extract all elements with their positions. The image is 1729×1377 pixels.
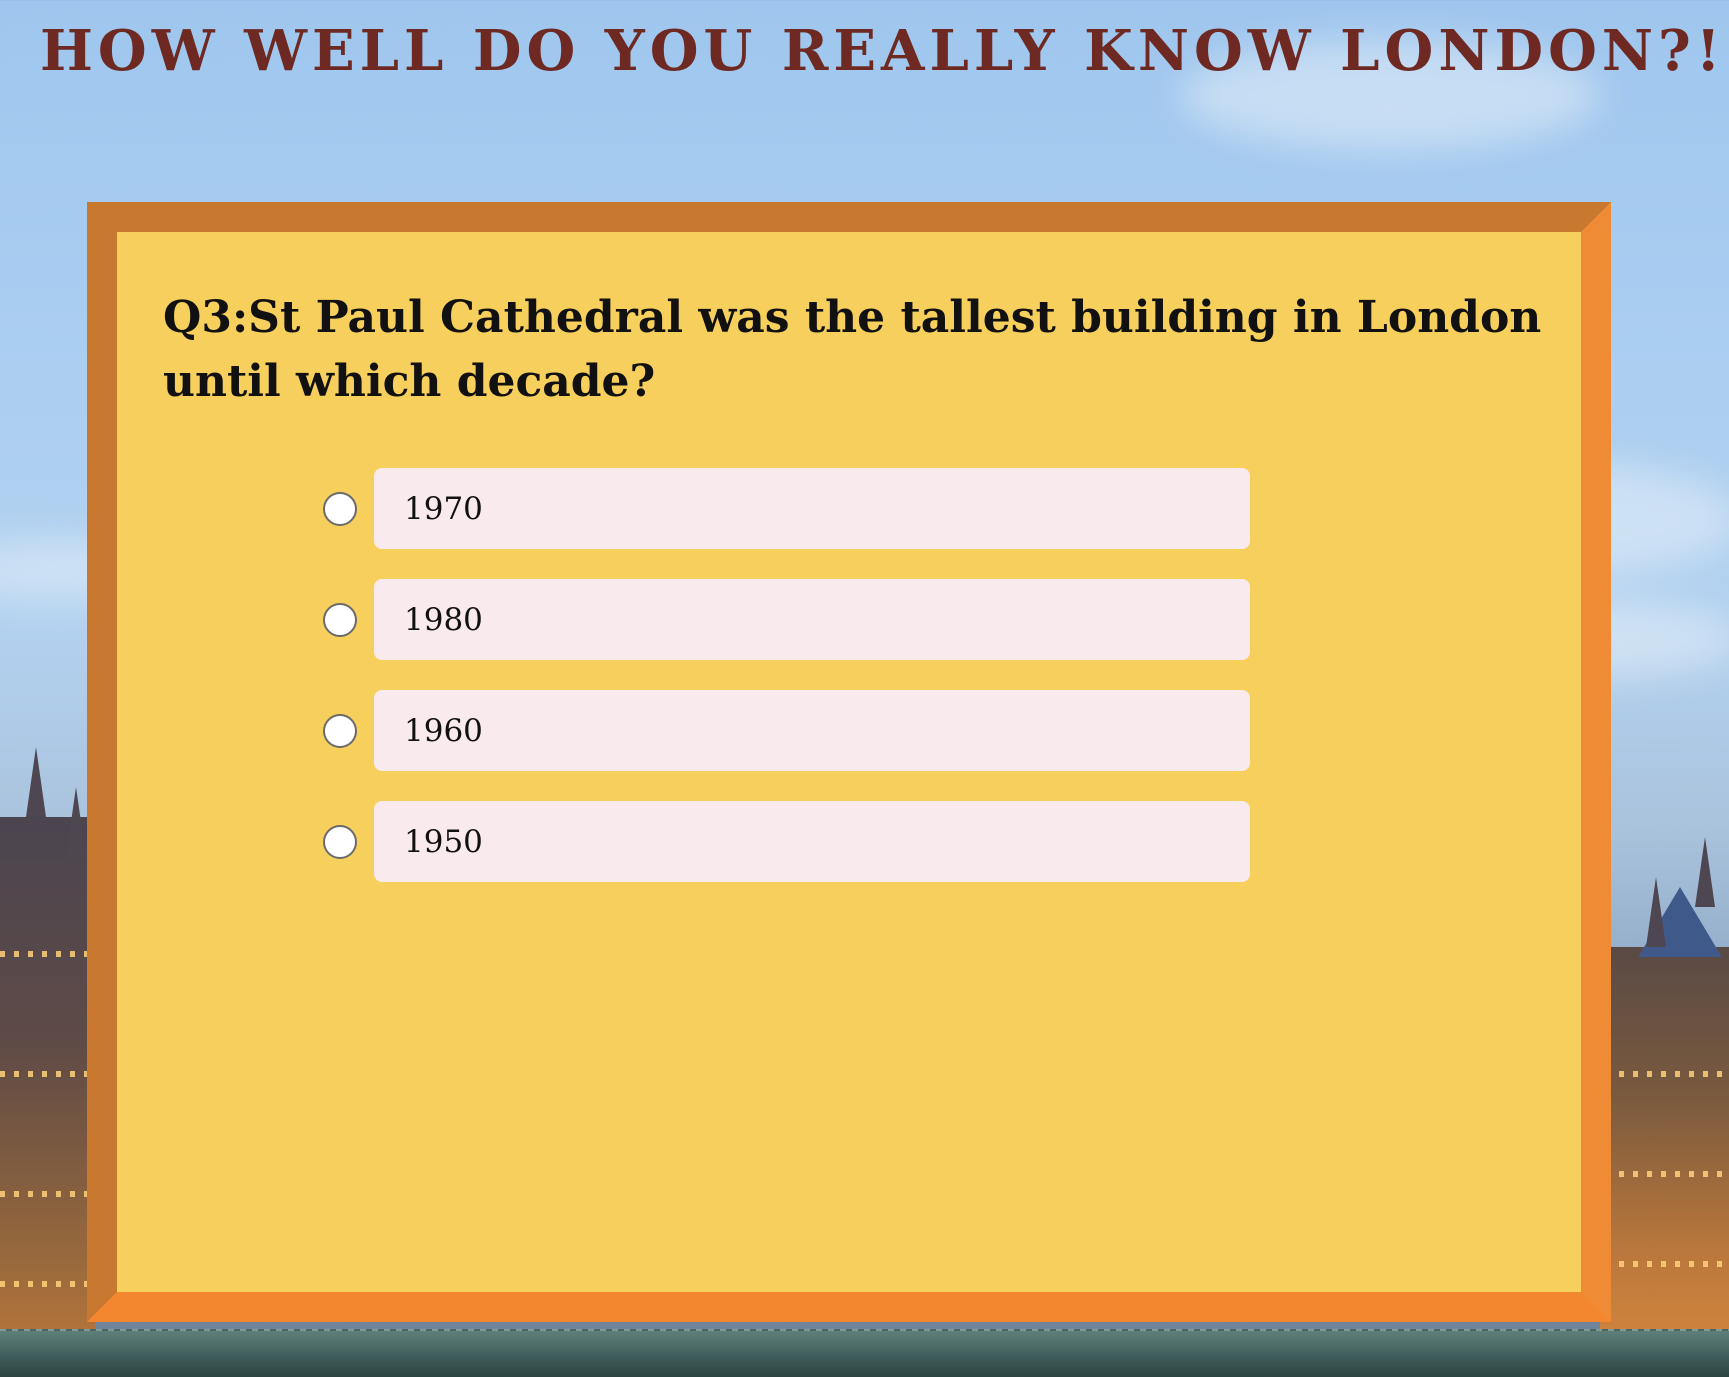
answer-radio-1950[interactable]: [323, 824, 357, 859]
answer-list: 1970 1980 1960 1950: [323, 468, 1250, 912]
answer-radio-1970[interactable]: [323, 491, 357, 526]
spire: [1695, 837, 1715, 907]
answer-option[interactable]: 1960: [323, 690, 1250, 771]
lit-windows: [1605, 1171, 1729, 1177]
answer-option[interactable]: 1980: [323, 579, 1250, 660]
answer-label-1960[interactable]: 1960: [374, 690, 1250, 771]
answer-label-1980[interactable]: 1980: [374, 579, 1250, 660]
spire: [1646, 877, 1666, 947]
answer-label-1950[interactable]: 1950: [374, 801, 1250, 882]
parliament-tower-left: [0, 817, 95, 1377]
question-text: Q3:St Paul Cathedral was the tallest bui…: [163, 292, 1542, 407]
lit-windows: [0, 1191, 90, 1197]
quiz-card: Q3:St Paul Cathedral was the tallest bui…: [117, 232, 1581, 1292]
lit-windows: [0, 1071, 90, 1077]
quiz-frame: Q3:St Paul Cathedral was the tallest bui…: [87, 202, 1611, 1322]
answer-option[interactable]: 1970: [323, 468, 1250, 549]
page-title: HOW WELL DO YOU REALLY KNOW LONDON?!!: [40, 18, 1729, 84]
lit-windows: [0, 1281, 90, 1287]
answer-label-1970[interactable]: 1970: [374, 468, 1250, 549]
spire: [26, 747, 46, 817]
lit-windows: [0, 951, 90, 957]
answer-radio-1980[interactable]: [323, 602, 357, 637]
lit-windows: [1605, 1071, 1729, 1077]
spire: [66, 787, 86, 857]
westminster-bridge: [0, 1331, 1729, 1377]
answer-option[interactable]: 1950: [323, 801, 1250, 882]
lit-windows: [1605, 1261, 1729, 1267]
parliament-building-right: [1600, 947, 1729, 1377]
answer-radio-1960[interactable]: [323, 713, 357, 748]
